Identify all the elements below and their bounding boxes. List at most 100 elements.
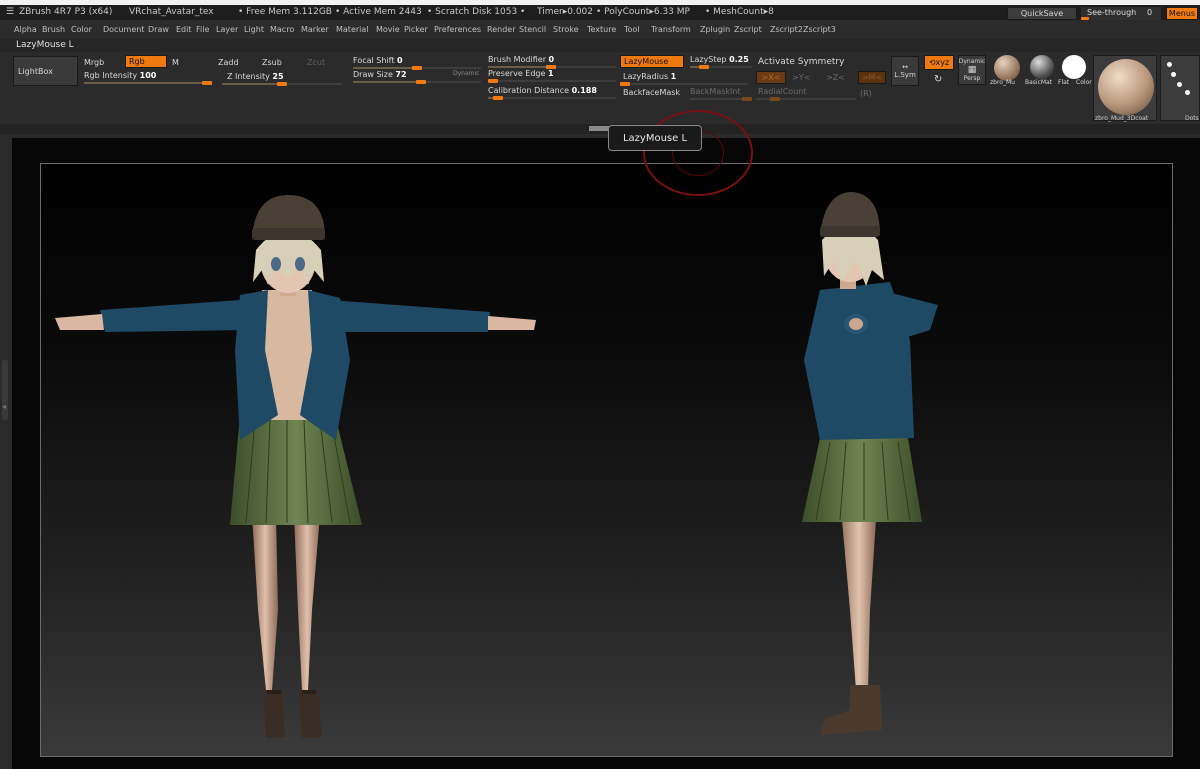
x-axis-toggle[interactable]: >X< (756, 71, 786, 84)
m-axis-toggle[interactable]: >M< (858, 71, 886, 84)
rgb-intensity-knob[interactable] (202, 81, 212, 85)
menu-item-texture[interactable]: Texture (587, 25, 616, 34)
draw-size-slider[interactable]: Draw Size 72 (353, 70, 407, 79)
menu-item-marker[interactable]: Marker (301, 25, 329, 34)
rotate-mode-icon[interactable]: ↻ (934, 74, 942, 85)
menu-item-stroke[interactable]: Stroke (553, 25, 579, 34)
brush-modifier-value: 0 (548, 55, 555, 64)
z-axis-toggle[interactable]: >Z< (826, 73, 845, 82)
lazyradius-knob[interactable] (620, 82, 630, 86)
menu-item-zscript2[interactable]: Zscript2 (770, 25, 803, 34)
lazystep-label: LazyStep (690, 55, 727, 64)
menu-item-render[interactable]: Render (487, 25, 515, 34)
zsub-button[interactable]: Zsub (262, 58, 282, 67)
lsym-button[interactable]: ↔ L.Sym (891, 56, 919, 86)
dots-label: Dots (1185, 115, 1199, 122)
backmaskint-knob[interactable] (742, 97, 752, 101)
menu-item-alpha[interactable]: Alpha (14, 25, 37, 34)
preserve-edge-slider[interactable]: Preserve Edge 1 (488, 69, 554, 78)
lazystep-track[interactable] (690, 65, 752, 69)
zcut-button[interactable]: Zcut (307, 58, 325, 67)
menu-item-stencil[interactable]: Stencil (519, 25, 546, 34)
menu-item-color[interactable]: Color (71, 25, 92, 34)
menu-item-picker[interactable]: Picker (404, 25, 428, 34)
brush-modifier-slider[interactable]: Brush Modifier 0 (488, 55, 554, 64)
see-through-knob[interactable] (1081, 17, 1089, 20)
radialcount-knob[interactable] (770, 97, 780, 101)
app-title: ZBrush 4R7 P3 (x64) (19, 7, 113, 17)
radialcount-track[interactable] (756, 97, 856, 101)
menu-item-light[interactable]: Light (244, 25, 264, 34)
z-intensity-track[interactable] (222, 82, 342, 86)
calibration-distance-knob[interactable] (493, 96, 503, 100)
menu-item-draw[interactable]: Draw (148, 25, 169, 34)
activate-symmetry-button[interactable]: Activate Symmetry (758, 57, 844, 67)
menu-item-movie[interactable]: Movie (376, 25, 400, 34)
material-basicmat-thumb[interactable] (1030, 55, 1054, 79)
z-intensity-value: 25 (272, 72, 284, 81)
lazystep-knob[interactable] (699, 65, 709, 69)
menu-item-layer[interactable]: Layer (216, 25, 238, 34)
current-material-button[interactable]: zbro_Mud_3Dcoat (1093, 55, 1157, 122)
calibration-distance-track[interactable] (488, 96, 616, 100)
brush-modifier-track[interactable] (488, 65, 616, 69)
left-tray-handle[interactable] (2, 360, 8, 420)
menu-item-macro[interactable]: Macro (270, 25, 294, 34)
color-swatch[interactable] (1062, 55, 1086, 79)
free-mem: • Free Mem 3.112GB (238, 7, 332, 17)
quicksave-button[interactable]: QuickSave (1007, 7, 1077, 20)
menu-item-zplugin[interactable]: Zplugin (700, 25, 730, 34)
draw-size-knob[interactable] (416, 80, 426, 84)
lazyradius-slider[interactable]: LazyRadius 1 (623, 72, 676, 81)
menus-button[interactable]: Menus (1166, 7, 1198, 20)
backmaskint-track[interactable] (690, 97, 752, 101)
radialcount-slider[interactable]: RadialCount (758, 87, 806, 96)
mrgb-button[interactable]: Mrgb (84, 58, 104, 67)
menu-item-transform[interactable]: Transform (651, 25, 691, 34)
lazymouse-button[interactable]: LazyMouse (620, 55, 684, 68)
focal-shift-slider[interactable]: Focal Shift 0 (353, 56, 403, 65)
draw-size-value: 72 (395, 70, 407, 79)
menu-item-file[interactable]: File (196, 25, 209, 34)
calibration-distance-slider[interactable]: Calibration Distance 0.188 (488, 86, 597, 95)
preserve-edge-track[interactable] (488, 79, 616, 83)
menu-item-material[interactable]: Material (336, 25, 369, 34)
lazystep-value: 0.25 (729, 55, 749, 64)
y-axis-toggle[interactable]: >Y< (792, 73, 810, 82)
backmaskint-slider[interactable]: BackMaskInt (690, 87, 741, 96)
m-button[interactable]: M (172, 58, 179, 67)
z-intensity-knob[interactable] (277, 82, 287, 86)
left-tray-arrow-icon[interactable]: ◂ (2, 402, 6, 411)
document-name: VRchat_Avatar_tex (129, 7, 214, 17)
shelf-collapse-handle[interactable] (589, 126, 609, 131)
zadd-button[interactable]: Zadd (218, 58, 239, 67)
dynamic-toggle[interactable]: Dynamic (453, 70, 479, 77)
z-intensity-slider[interactable]: Z Intensity 25 (227, 72, 284, 81)
draw-size-track[interactable] (353, 80, 481, 84)
meshcount: • MeshCount▸8 (705, 7, 774, 17)
menu-item-zscript[interactable]: Zscript (734, 25, 762, 34)
focal-shift-track[interactable] (353, 66, 481, 70)
lightbox-button[interactable]: LightBox (13, 56, 78, 86)
material-zbro-mud-thumb[interactable] (994, 55, 1020, 81)
rgb-intensity-slider[interactable]: Rgb Intensity 100 (84, 71, 156, 80)
menu-item-preferences[interactable]: Preferences (434, 25, 481, 34)
menu-item-document[interactable]: Document (103, 25, 144, 34)
menu-item-zscript3[interactable]: Zscript3 (803, 25, 836, 34)
rgb-button[interactable]: Rgb (125, 55, 167, 68)
menu-item-brush[interactable]: Brush (42, 25, 65, 34)
rgb-intensity-track[interactable] (84, 81, 212, 85)
see-through-slider[interactable]: See-through 0 (1081, 7, 1161, 20)
lazyradius-track[interactable] (620, 82, 748, 86)
menu-item-edit[interactable]: Edit (176, 25, 192, 34)
focal-shift-knob[interactable] (412, 66, 422, 70)
radial-r-button[interactable]: (R) (860, 89, 872, 98)
xyz-button[interactable]: ⟲ xyz (924, 55, 954, 70)
polycount: • PolyCount▸6.33 MP (596, 7, 690, 17)
lazystep-slider[interactable]: LazyStep 0.25 (690, 55, 749, 64)
preserve-edge-knob[interactable] (488, 79, 498, 83)
menu-item-tool[interactable]: Tool (624, 25, 640, 34)
alpha-dots-button[interactable]: Dots (1160, 55, 1200, 122)
backfacemask-button[interactable]: BackfaceMask (623, 88, 680, 97)
persp-button[interactable]: Dynamic ▦ Persp (958, 55, 986, 85)
